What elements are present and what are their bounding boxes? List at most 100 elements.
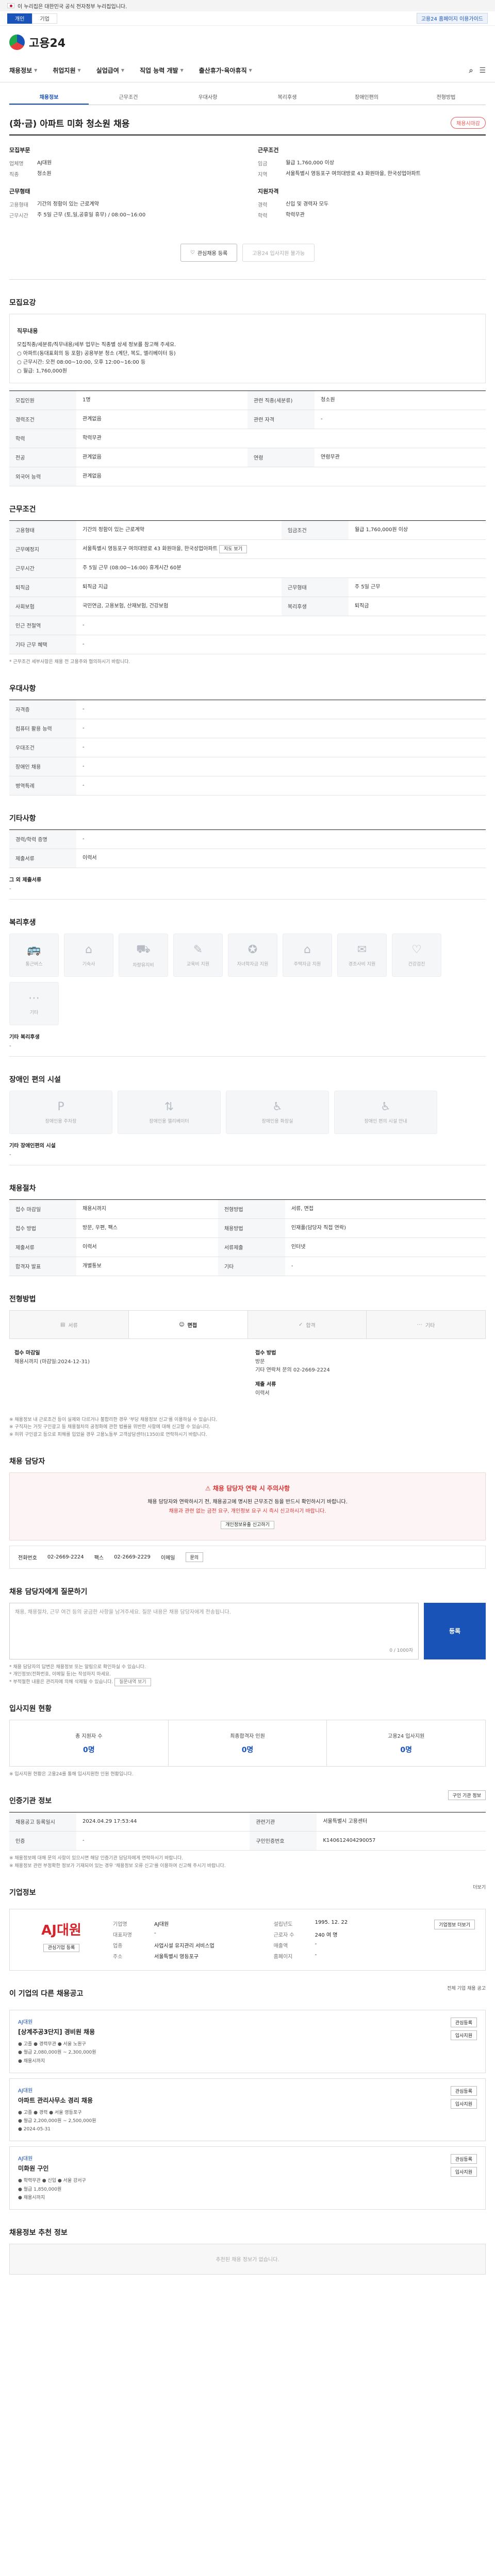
contact-row: 전화번호 02-2669-2224 팩스 02-2669-2229 이메일 문의 (9, 1545, 486, 1569)
question-input[interactable]: 채용, 채용절차, 근무 여건 등의 궁금한 사항을 남겨주세요. 질문 내용은… (9, 1602, 419, 1659)
question-history-button[interactable]: 질문내역 보기 (114, 1677, 151, 1686)
summary-key: 업체명 (9, 161, 24, 167)
question-submit-button[interactable]: 등록 (424, 1602, 486, 1659)
nav-item-support[interactable]: 취업지원 ▼ (53, 66, 80, 75)
other-apply-button[interactable]: 입사지원 (450, 2098, 477, 2109)
report-button[interactable]: 개인정보유출 신고하기 (221, 1520, 274, 1529)
dorm-icon: ⌂ (85, 943, 92, 957)
nav-item-benefit[interactable]: 실업급여 ▼ (96, 66, 124, 75)
tab-recruit[interactable]: 채용정보 (9, 90, 89, 105)
table-key: 장애인 채용 (9, 757, 76, 777)
tab-disability[interactable]: 장애인편의 (327, 90, 406, 105)
wheelchair-icon: ♿ (381, 1100, 391, 1114)
section-title-posting: 인증기관 정보 (9, 1797, 52, 1806)
company-more-link[interactable]: 더보기 (473, 1884, 486, 1890)
company-value: AJ대원 (154, 1922, 169, 1928)
other-company: AJ대원 (18, 2088, 33, 2094)
other-interest-button[interactable]: 관심등록 (450, 2154, 477, 2164)
logo-icon[interactable] (9, 35, 25, 50)
guide-button[interactable]: 고용24 홈페이지 이용가이드 (416, 13, 488, 24)
section-title-welfare: 복리후생 (9, 919, 36, 927)
summary-hours: 근무형태 고용형태 기간의 정함이 있는 근로계약 근무시간 주 5일 근무 (토,… (9, 187, 237, 219)
welfare-label: 통근버스 (25, 962, 43, 968)
map-button[interactable]: 지도 보기 (219, 545, 247, 553)
nav-item-jobs[interactable]: 채용정보 ▼ (9, 66, 37, 75)
table-key: 연령 (248, 448, 315, 467)
disability-item: ♿ 장애인 편의 시설 안내 (334, 1091, 437, 1134)
duty-title: 직무내용 (17, 328, 38, 334)
section-title-recruit: 모집요강 (9, 299, 36, 307)
other-all-link[interactable]: 전체 기업 채용 공고 (447, 1985, 486, 1991)
welfare-label: 경조사비 지원 (348, 962, 376, 968)
action-buttons: ♡ 관심채용 등록 고용24 입사지원 불가능 (9, 233, 486, 280)
tab-welfare[interactable]: 복리후생 (248, 90, 327, 105)
nav-label: 채용정보 (9, 67, 32, 74)
address-text: 서울특별시 영등포구 여의대방로 43 화원마을, 한국성업아파트 (82, 546, 218, 552)
tab-pref[interactable]: 우대사항 (168, 90, 248, 105)
tab-company[interactable]: 기업 (32, 13, 57, 24)
table-value: 주 5일 근무 (348, 578, 486, 597)
duty-line: ○ 월급: 1,760,000원 (17, 368, 67, 374)
nav-item-leave[interactable]: 출산휴가·육아휴직 ▼ (199, 66, 252, 75)
table-key: 경력조건 (9, 410, 76, 429)
apply-info: 접수 마감일 채용시까지 (마감일:2024-12-31) 접수 방법 방문 기타… (9, 1339, 486, 1412)
table-key: 접수 마감일 (9, 1199, 76, 1219)
welfare-item: ✉ 경조사비 지원 (337, 934, 387, 977)
other-job-item[interactable]: AJ대원 아파트 관리사무소 경리 채용 ● 고졸 ● 경력 ● 서울 영등포구… (9, 2078, 486, 2142)
welfare-item: ✎ 교육비 지원 (173, 934, 223, 977)
other-title[interactable]: [상계주공3단지] 경비원 채용 (18, 2027, 96, 2036)
bus-icon: 🚌 (27, 943, 41, 957)
logo[interactable]: 고용24 (29, 34, 65, 50)
other-apply-button[interactable]: 입사지원 (450, 2167, 477, 2177)
apply-method-label: 접수 방법 (255, 1350, 276, 1357)
tab-work[interactable]: 근무조건 (89, 90, 168, 105)
table-value: 주 5일 근무 (08:00~16:00) 휴게시간 60분 (76, 558, 486, 578)
other-interest-button[interactable]: 관심등록 (450, 2086, 477, 2096)
chevron-down-icon: ▼ (249, 68, 252, 73)
steps-bar: ▤ 서류 ☺ 면접 ✓ 합격 ⋯ 기타 (9, 1310, 486, 1340)
table-value: 서울특별시 고용센터 (317, 1812, 486, 1832)
other-interest-button[interactable]: 관심등록 (450, 2018, 477, 2028)
other-job-item[interactable]: AJ대원 미화원 구인 ● 학력무관 ● 신입 ● 서울 강서구 ● 월급 1,… (9, 2146, 486, 2210)
company-key: 기업명 (113, 1922, 127, 1928)
duty-line: ○ 근무시간: 오전 08:00~10:00, 오후 12:00~16:00 등 (17, 359, 146, 365)
step-label: 합격 (306, 1323, 316, 1329)
table-key: 기타 (218, 1257, 285, 1277)
search-icon[interactable]: ⌕ (469, 66, 473, 75)
status-note: ※ 입사지원 현황은 고용24를 통해 입사지원한 인원 현황입니다. (9, 1772, 134, 1777)
summary-value: 월급 1,760,000 이상 (286, 160, 335, 166)
apply-docs-value: 이력서 (255, 1391, 270, 1397)
company-key: 주소 (113, 1954, 123, 1960)
other-header: 이 기업의 다른 채용공고 전체 기업 채용 공고 (9, 1971, 486, 2005)
other-job-item[interactable]: AJ대원 [상계주공3단지] 경비원 채용 ● 고졸 ● 경력무관 ● 서울 노… (9, 2010, 486, 2073)
table-value: 퇴직금 지급 (76, 578, 282, 597)
other-apply-button[interactable]: 입사지원 (450, 2030, 477, 2041)
gov-banner-text: 이 누리집은 대한민국 공식 전자정부 누리집입니다. (18, 4, 127, 10)
table-key: 채용방법 (218, 1218, 285, 1239)
more-icon: ⋯ (28, 992, 40, 1005)
menu-icon[interactable]: ☰ (479, 66, 486, 75)
summary-value: 주 5일 근무 (토,일,공휴일 휴무) / 08:00~16:00 (37, 212, 146, 218)
company-info-button[interactable]: 기업정보 더보기 (434, 1920, 475, 1930)
posting-table: 채용공고 등록일시 2024.04.29 17:53:44 관련기관 서울특별시 고용… (9, 1812, 486, 1851)
other-title[interactable]: 아파트 관리사무소 경리 채용 (18, 2096, 96, 2105)
follow-company-button[interactable]: 관심기업 등록 (43, 1944, 80, 1953)
tab-personal[interactable]: 개인 (7, 13, 32, 24)
interest-button[interactable]: ♡ 관심채용 등록 (180, 244, 238, 262)
note-line: ※ 구직자는 거짓 구인광고 등 채용절차의 공정화에 관한 법률을 위반한 사… (9, 1425, 210, 1430)
table-key: 경력/학력 증명 (9, 829, 76, 850)
nav-item-training[interactable]: 직업 능력 개발 ▼ (140, 66, 184, 75)
detail-tabs: 채용정보 근무조건 우대사항 복리후생 장애인편의 전형방법 (9, 90, 486, 105)
tab-process[interactable]: 전형방법 (406, 90, 486, 105)
agency-info-button[interactable]: 구인 기관 정보 (448, 1790, 486, 1800)
table-key: 우대조건 (9, 738, 76, 758)
apply-contact-text: 기타 연락처 문의 02-2669-2224 (255, 1367, 330, 1374)
inquiry-button[interactable]: 문의 (185, 1552, 204, 1562)
company-logo: AJ대원 (41, 1923, 81, 1939)
summary-work: 근무조건 임금 월급 1,760,000 이상 지역 서울특별시 영등포구 여의대방… (258, 146, 486, 178)
table-key: 컴퓨터 활용 능력 (9, 719, 76, 739)
step-label: 기타 (425, 1323, 435, 1329)
other-title[interactable]: 미화원 구인 (18, 2164, 86, 2173)
fax-value: 02-2669-2229 (114, 1554, 151, 1560)
apply-button[interactable]: 고용24 입사지원 불가능 (242, 244, 315, 262)
